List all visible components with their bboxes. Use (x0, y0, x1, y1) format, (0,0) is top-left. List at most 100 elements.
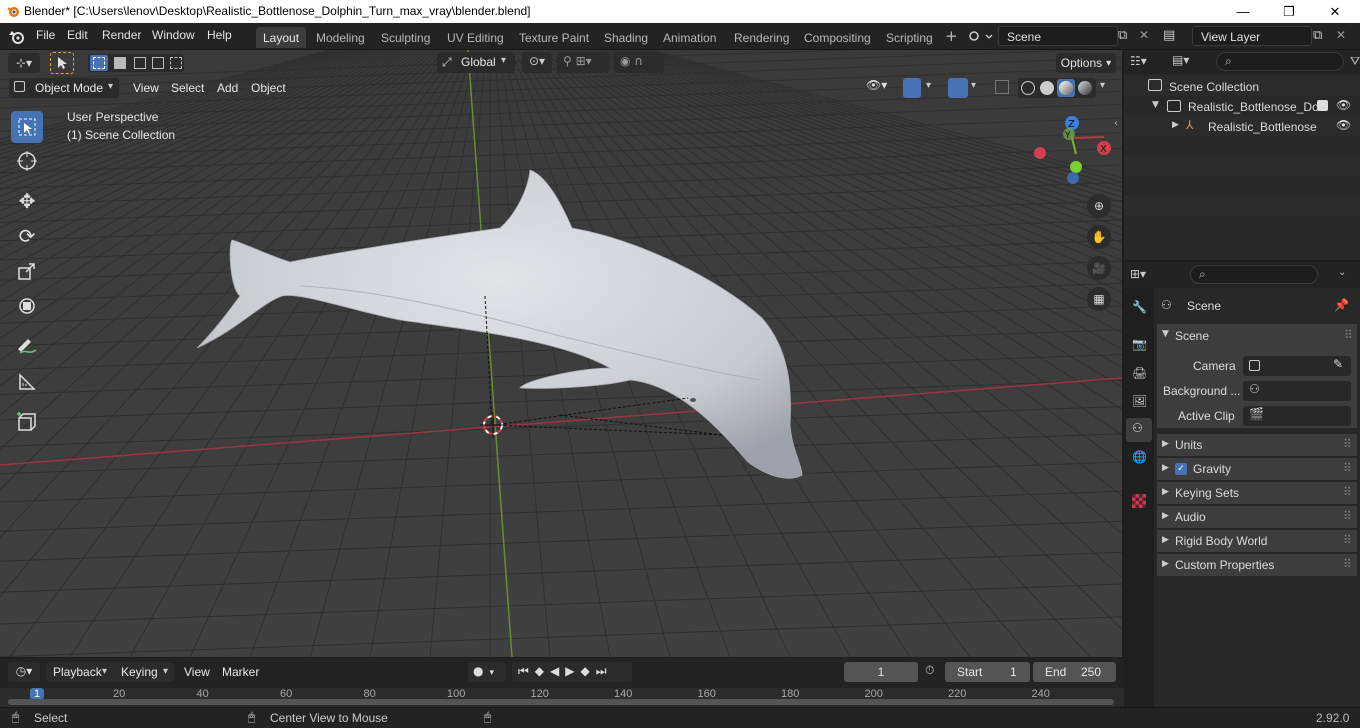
drag-handle-icon[interactable]: ⠿ (1343, 461, 1352, 475)
view-layer-copy-icon[interactable]: ⧉ (1313, 28, 1322, 43)
menu-file[interactable]: File (36, 28, 55, 42)
select-box-tool-icon[interactable] (50, 52, 74, 74)
navigation-gizmo[interactable]: Z Y X (1030, 112, 1115, 187)
overlay-toggle-icon[interactable] (948, 78, 968, 98)
properties-panel[interactable]: ⊞▾ ⌕ ⌄ 🔧 📷 🖨 🖼 ⚇ 🌐 ⚇ Scene 📌 ▼ Scene ⠿ C… (1124, 262, 1360, 707)
tab-sculpting[interactable]: Sculpting (374, 27, 437, 48)
timeline-editor-type-icon[interactable]: ◷▾ (8, 662, 40, 682)
timeline-menu-keying[interactable]: Keying (121, 665, 158, 679)
collapse-arrow-icon[interactable]: ▼ (1162, 329, 1169, 339)
background-field[interactable]: ⚇ (1243, 381, 1351, 401)
pan-hand-icon[interactable]: ✋ (1087, 225, 1111, 249)
scene-name-field[interactable]: Scene (998, 26, 1118, 46)
timeline-scrollbar[interactable] (8, 699, 1114, 705)
tab-texture-paint[interactable]: Texture Paint (512, 27, 596, 48)
custom-properties-section[interactable]: ▶ Custom Properties ⠿ (1157, 554, 1357, 576)
properties-search-input[interactable]: ⌕ (1190, 265, 1318, 284)
scene-copy-icon[interactable]: ⧉ (1118, 28, 1127, 43)
units-section[interactable]: ▶ Units ⠿ (1157, 434, 1357, 456)
menu-edit[interactable]: Edit (67, 28, 88, 42)
chevron-down-icon[interactable]: ▾ (926, 80, 931, 91)
gizmo-neg-z[interactable] (1067, 172, 1079, 184)
filter-icon[interactable]: ⛛ (1350, 54, 1360, 69)
object-mode-dropdown[interactable]: Object Mode ▾ (9, 78, 119, 98)
collapse-arrow-icon[interactable]: ▼ (1152, 100, 1159, 110)
outliner-search-input[interactable]: ⌕ (1216, 52, 1344, 71)
timeline-editor[interactable]: ◷▾ Playback ▾ Keying ▾ View Marker ● ▾ ⏮◆… (0, 658, 1124, 707)
view-layer-remove-icon[interactable]: ✕ (1336, 28, 1346, 42)
gravity-checkbox[interactable]: ✓ (1175, 463, 1187, 475)
scale-tool-icon[interactable] (11, 255, 43, 287)
gravity-section[interactable]: ▶ ✓ Gravity ⠿ (1157, 458, 1357, 480)
visibility-eye-icon[interactable]: 👁 (1336, 118, 1351, 132)
current-frame-field[interactable]: 1 (844, 662, 918, 682)
viewport-menu-view[interactable]: View (133, 81, 159, 95)
outliner-panel[interactable]: ☷▾ ▤▾ ⌕ ⛛ Scene Collection ▼ Realistic_B… (1124, 50, 1360, 260)
expand-arrow-icon[interactable]: ▶ (1172, 120, 1179, 130)
tab-shading[interactable]: Shading (597, 27, 655, 48)
include-checkbox-icon[interactable] (1317, 100, 1328, 111)
outliner-item-object[interactable]: Realistic_Bottlenose (1208, 120, 1317, 134)
pivot-point-icon[interactable]: ⊙▾ (522, 52, 552, 73)
outliner-editor-type-icon[interactable]: ☷▾ (1130, 54, 1147, 68)
drag-handle-icon[interactable]: ⠿ (1343, 533, 1352, 547)
playback-controls[interactable]: ⏮◆◀▶◆⏭ (512, 662, 632, 682)
eyedropper-icon[interactable]: ✎ (1333, 357, 1343, 371)
timeline-menu-marker[interactable]: Marker (222, 665, 259, 679)
measure-tool-icon[interactable] (11, 366, 43, 398)
transform-orientation-dropdown[interactable]: ⤢ Global ▾ (437, 52, 515, 73)
chevron-down-icon[interactable]: ▾ (1100, 80, 1105, 91)
drag-handle-icon[interactable]: ⠿ (1344, 328, 1353, 342)
chevron-down-icon[interactable]: ⌄ (1338, 267, 1346, 278)
gizmo-neg-y[interactable] (1070, 161, 1082, 173)
blender-menu-icon[interactable] (8, 29, 26, 45)
outliner-scene-collection[interactable]: Scene Collection (1169, 80, 1259, 94)
rigid-body-world-section[interactable]: ▶ Rigid Body World ⠿ (1157, 530, 1357, 552)
output-tab-icon[interactable]: 🖨 (1132, 366, 1147, 380)
visibility-eye-icon[interactable]: 👁 (1336, 98, 1351, 112)
gizmo-toggle-icon[interactable] (903, 78, 921, 98)
menu-render[interactable]: Render (102, 28, 141, 42)
sidebar-toggle-icon[interactable]: ‹ (1114, 118, 1118, 129)
add-cube-tool-icon[interactable] (11, 406, 43, 438)
view-layer-tab-icon[interactable]: 🖼 (1132, 394, 1147, 408)
timeline-menu-view[interactable]: View (184, 665, 210, 679)
snap-icon[interactable]: ⚲ ⊞▾ (557, 52, 609, 73)
viewport-menu-select[interactable]: Select (171, 81, 204, 95)
tab-layout[interactable]: Layout (256, 27, 307, 48)
active-clip-field[interactable]: 🎬 (1243, 406, 1351, 426)
select-box-tool[interactable] (11, 111, 43, 143)
drag-handle-icon[interactable]: ⠿ (1343, 437, 1352, 451)
scene-tab-icon[interactable]: ⚇ (1126, 418, 1152, 442)
viewport-menu-object[interactable]: Object (251, 81, 286, 95)
view-layer-field[interactable]: View Layer (1192, 26, 1312, 46)
scene-browse-icon[interactable] (966, 27, 996, 47)
chevron-down-icon[interactable]: ▾ (971, 80, 976, 91)
minimize-button[interactable]: — (1220, 0, 1266, 23)
selection-mode-buttons[interactable] (88, 54, 184, 72)
xray-icon[interactable] (995, 80, 1009, 94)
tab-animation[interactable]: Animation (656, 27, 723, 48)
frame-ruler[interactable]: 1 20 40 60 80 100 120 140 160 180 200 220 240 (0, 688, 1124, 707)
camera-field[interactable]: ✎ (1243, 356, 1351, 376)
render-tab-icon[interactable]: 📷 (1132, 337, 1147, 351)
pin-icon[interactable]: 📌 (1334, 298, 1349, 312)
menu-help[interactable]: Help (207, 28, 232, 42)
tool-tab-icon[interactable]: 🔧 (1132, 300, 1147, 314)
transform-tool-icon[interactable] (11, 290, 43, 322)
viewport-menu-add[interactable]: Add (217, 81, 238, 95)
cursor-tool[interactable] (11, 145, 43, 177)
stopwatch-icon[interactable]: ⏱ (925, 663, 934, 678)
outliner-item-collection[interactable]: Realistic_Bottlenose_Dol (1188, 100, 1321, 114)
scene-remove-icon[interactable]: ✕ (1139, 28, 1149, 42)
move-tool-icon[interactable]: ✥ (11, 185, 43, 217)
tab-rendering[interactable]: Rendering (727, 27, 796, 48)
start-frame-field[interactable]: Start 1 (945, 662, 1030, 682)
texture-tab-icon[interactable] (1132, 494, 1146, 508)
rotate-tool-icon[interactable]: ⟳ (11, 220, 43, 252)
drag-handle-icon[interactable]: ⠿ (1343, 557, 1352, 571)
timeline-menu-playback[interactable]: Playback (53, 665, 102, 679)
record-button[interactable]: ● ▾ (468, 662, 506, 682)
audio-section[interactable]: ▶ Audio ⠿ (1157, 506, 1357, 528)
tab-uv-editing[interactable]: UV Editing (440, 27, 511, 48)
